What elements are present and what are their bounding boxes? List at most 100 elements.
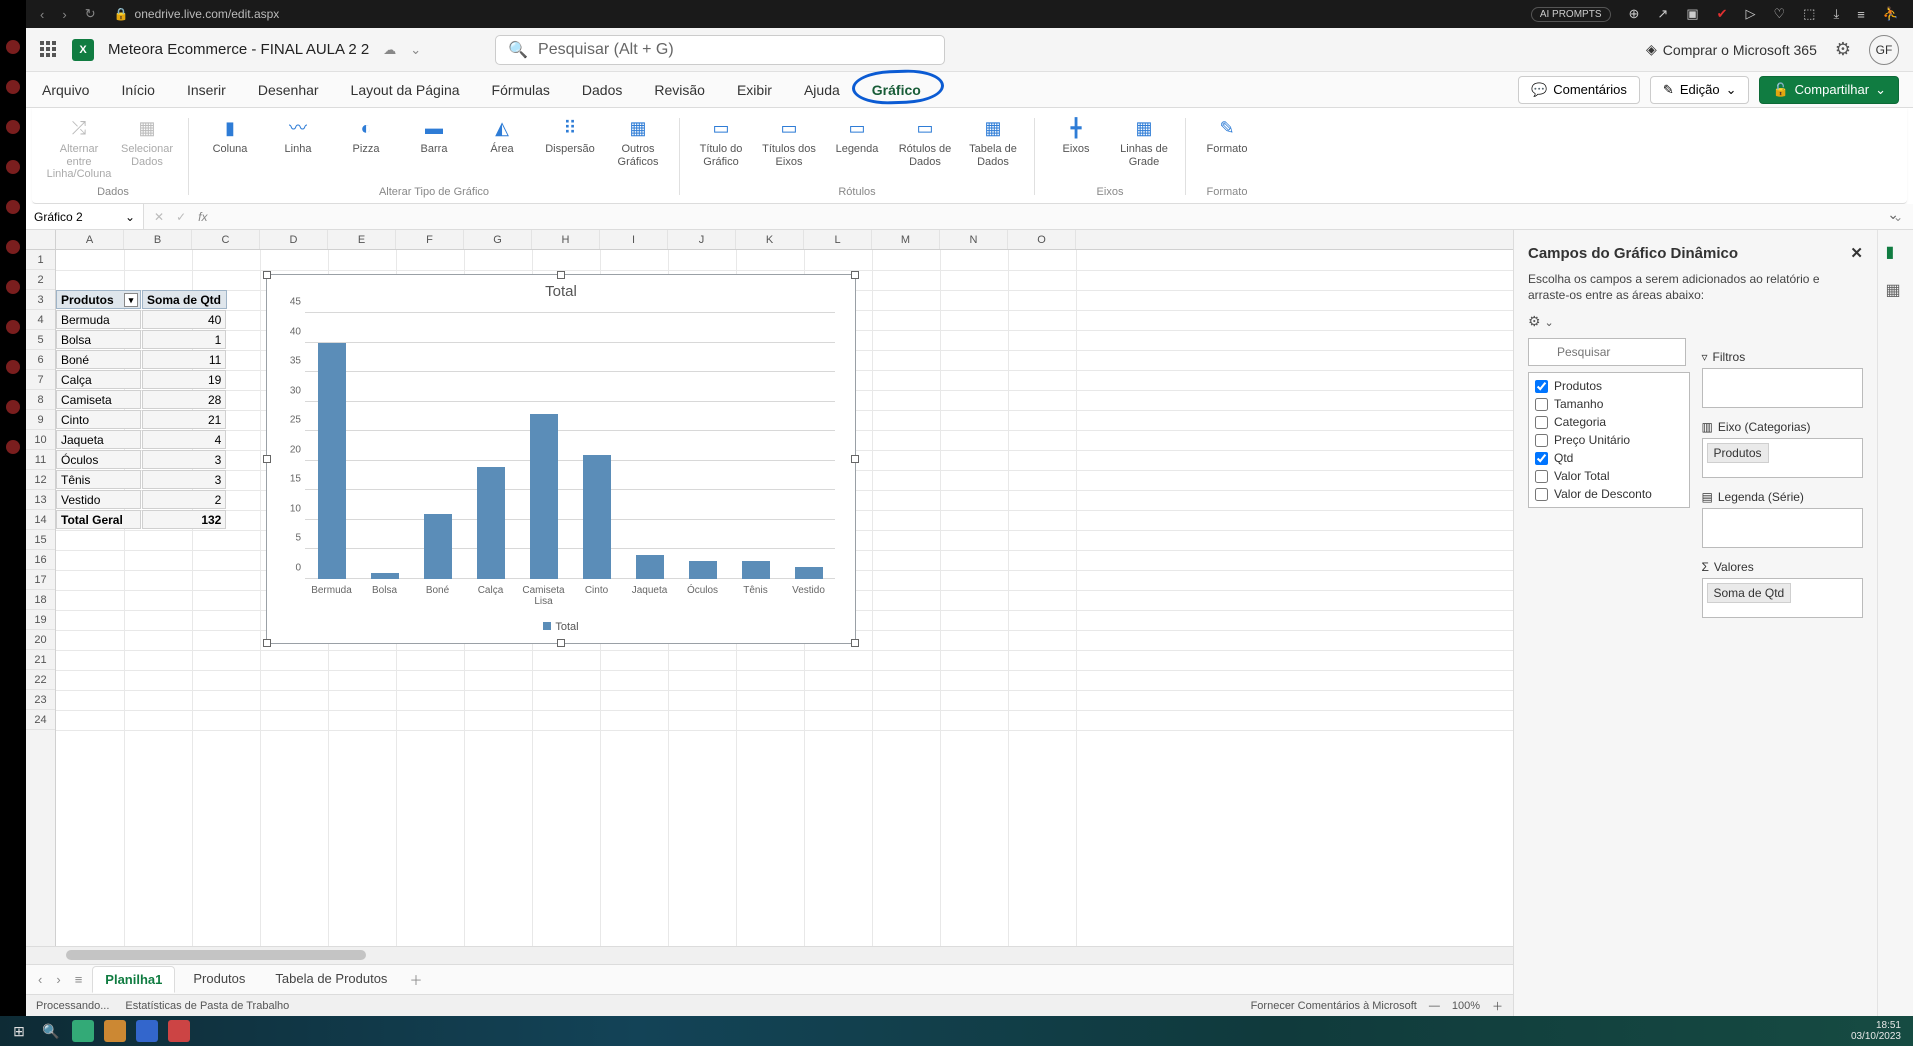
field-item[interactable]: Valor de Desconto (1535, 485, 1683, 503)
activity-item[interactable] (6, 240, 20, 254)
row-header[interactable]: 1 (26, 250, 55, 270)
cells-grid[interactable]: Produtos▾Soma de QtdBermuda40Bolsa1Boné1… (56, 250, 1513, 946)
row-header[interactable]: 16 (26, 550, 55, 570)
gear-icon[interactable]: ⚙ (1528, 313, 1541, 329)
forward-icon[interactable]: › (62, 7, 66, 22)
task-icon[interactable] (104, 1020, 126, 1042)
ai-prompts-badge[interactable]: AI PROMPTS (1531, 7, 1611, 22)
bar[interactable] (636, 555, 664, 579)
bar[interactable] (742, 561, 770, 579)
extension-icon[interactable]: ▷ (1746, 6, 1756, 22)
row-header[interactable]: 15 (26, 530, 55, 550)
download-icon[interactable]: ⤓ (1833, 6, 1839, 22)
pivot-cell[interactable]: Camiseta Lisa (56, 390, 141, 409)
resize-handle[interactable] (851, 639, 859, 647)
activity-item[interactable] (6, 80, 20, 94)
sheet-tab[interactable]: Produtos (181, 966, 257, 993)
pivot-cell[interactable]: Bolsa (56, 330, 141, 349)
row-header[interactable]: 7 (26, 370, 55, 390)
bar[interactable] (795, 567, 823, 579)
row-header[interactable]: 18 (26, 590, 55, 610)
buy-premium-link[interactable]: ◈ Comprar o Microsoft 365 (1646, 41, 1817, 58)
search-icon[interactable]: 🔍 (40, 1020, 62, 1042)
pivot-cell[interactable]: 3 (142, 450, 227, 469)
row-header[interactable]: 19 (26, 610, 55, 630)
tab-início[interactable]: Início (119, 76, 156, 104)
pivot-cell[interactable]: Vestido (56, 490, 141, 509)
legend-drop-area[interactable] (1702, 508, 1864, 548)
profile-icon[interactable]: ⛹ (1883, 6, 1899, 22)
prev-sheet-icon[interactable]: ‹ (34, 972, 46, 987)
field-checkbox[interactable] (1535, 452, 1548, 465)
axis-pill[interactable]: Produtos (1707, 443, 1769, 463)
pivot-cell[interactable]: Calça (56, 370, 141, 389)
ribbon-cmd--rea[interactable]: ◭Área (473, 116, 531, 156)
ribbon-cmd-eixos[interactable]: ╋Eixos (1047, 116, 1105, 156)
tab-fórmulas[interactable]: Fórmulas (490, 76, 552, 104)
pivot-cell[interactable]: Boné (56, 350, 141, 369)
pivot-cell[interactable]: 132 (142, 510, 227, 529)
bar[interactable] (583, 455, 611, 579)
field-checkbox[interactable] (1535, 380, 1548, 393)
chart-fields-icon[interactable]: ▮ (1886, 242, 1906, 262)
ribbon-cmd-outros-gr-ficos[interactable]: ▦Outros Gráficos (609, 116, 667, 168)
extension-icon[interactable]: ⊕ (1629, 6, 1640, 22)
chevron-down-icon[interactable]: ⌄ (410, 42, 421, 58)
extension-icon[interactable]: ↗ (1657, 6, 1668, 22)
column-header[interactable]: N (940, 230, 1008, 249)
search-box[interactable]: 🔍 Pesquisar (Alt + G) (495, 35, 945, 65)
field-checkbox[interactable] (1535, 488, 1548, 501)
next-sheet-icon[interactable]: › (52, 972, 64, 987)
close-panel-icon[interactable]: ✕ (1850, 244, 1863, 262)
extension-icon[interactable]: ▣ (1686, 6, 1698, 22)
pivot-cell[interactable]: Cinto (56, 410, 141, 429)
sheet-tab[interactable]: Tabela de Produtos (263, 966, 399, 993)
ribbon-cmd-legenda[interactable]: ▭Legenda (828, 116, 886, 156)
fx-icon[interactable]: fx (198, 210, 207, 224)
row-header[interactable]: 23 (26, 690, 55, 710)
app-launcher-icon[interactable] (40, 41, 58, 59)
bar[interactable] (318, 343, 346, 579)
column-header[interactable]: G (464, 230, 532, 249)
ribbon-cmd-dispers-o[interactable]: ⠿Dispersão (541, 116, 599, 156)
ribbon-cmd-t-tulo-do-gr-fico[interactable]: ▭Título do Gráfico (692, 116, 750, 168)
row-header[interactable]: 8 (26, 390, 55, 410)
zoom-in-icon[interactable]: ＋ (1492, 998, 1503, 1014)
row-header[interactable]: 14 (26, 510, 55, 530)
tab-dados[interactable]: Dados (580, 76, 624, 104)
name-box[interactable]: Gráfico 2 ⌄ (26, 204, 144, 229)
ribbon-cmd-r-tulos-de-dados[interactable]: ▭Rótulos de Dados (896, 116, 954, 168)
tab-inserir[interactable]: Inserir (185, 76, 228, 104)
pivot-cell[interactable]: 21 (142, 410, 227, 429)
resize-handle[interactable] (263, 455, 271, 463)
cancel-icon[interactable]: ✕ (154, 210, 164, 224)
column-header[interactable]: M (872, 230, 940, 249)
row-header[interactable]: 2 (26, 270, 55, 290)
tab-layout-da-página[interactable]: Layout da Página (349, 76, 462, 104)
pivot-header-sum[interactable]: Soma de Qtd (142, 290, 227, 309)
format-pane-icon[interactable]: ▦ (1886, 280, 1906, 300)
field-item[interactable]: Tamanho (1535, 395, 1683, 413)
column-header[interactable]: D (260, 230, 328, 249)
ribbon-cmd-barra[interactable]: ▬Barra (405, 116, 463, 156)
tab-revisão[interactable]: Revisão (652, 76, 707, 104)
back-icon[interactable]: ‹ (40, 7, 44, 22)
tab-exibir[interactable]: Exibir (735, 76, 774, 104)
ribbon-cmd-tabela-de-dados[interactable]: ▦Tabela de Dados (964, 116, 1022, 168)
feedback-link[interactable]: Fornecer Comentários à Microsoft (1251, 1000, 1417, 1012)
pivot-header-products[interactable]: Produtos▾ (56, 290, 141, 309)
resize-handle[interactable] (851, 455, 859, 463)
resize-handle[interactable] (557, 271, 565, 279)
activity-item[interactable] (6, 440, 20, 454)
field-item[interactable]: Valor Total (1535, 467, 1683, 485)
column-header[interactable]: C (192, 230, 260, 249)
menu-icon[interactable]: ≡ (1857, 7, 1865, 22)
row-header[interactable]: 9 (26, 410, 55, 430)
filters-drop-area[interactable] (1702, 368, 1864, 408)
extension-icon[interactable]: ✔ (1717, 6, 1728, 22)
column-header[interactable]: F (396, 230, 464, 249)
field-search-input[interactable] (1528, 338, 1686, 366)
horizontal-scrollbar[interactable] (26, 946, 1513, 964)
tab-ajuda[interactable]: Ajuda (802, 76, 842, 104)
zoom-out-icon[interactable]: — (1429, 1000, 1440, 1012)
